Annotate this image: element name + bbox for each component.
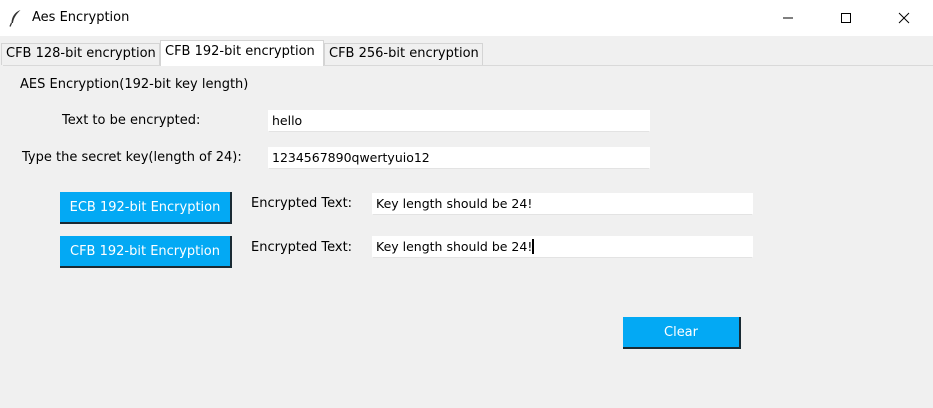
text-cursor [532,239,535,254]
minimize-button[interactable] [765,0,811,36]
ecb-encrypt-button[interactable]: ECB 192-bit Encryption [60,192,232,224]
minimize-icon [783,17,793,19]
cfb-encrypt-button[interactable]: CFB 192-bit Encryption [60,236,232,268]
close-icon [898,12,910,24]
panel-heading: AES Encryption(192-bit key length) [20,77,249,92]
title-bar: Aes Encryption [0,0,933,36]
close-button[interactable] [881,0,927,36]
key-input[interactable]: 1234567890qwertyuio12 [268,147,650,169]
tab-cfb-256[interactable]: CFB 256-bit encryption [324,43,483,65]
ecb-output-label: Encrypted Text: [251,196,353,211]
window-title: Aes Encryption [32,10,130,25]
cfb-output-label: Encrypted Text: [251,240,353,255]
tab-cfb-192[interactable]: CFB 192-bit encryption [160,40,324,66]
plaintext-input[interactable]: hello [268,110,650,132]
tab-cfb-128[interactable]: CFB 128-bit encryption [1,43,160,65]
maximize-icon [841,13,851,23]
maximize-button[interactable] [823,0,869,36]
tab-panel: AES Encryption(192-bit key length) Text … [3,65,933,408]
feather-icon [9,10,21,27]
cfb-output-text: Key length should be 24! [376,239,533,254]
key-label: Type the secret key(length of 24): [22,150,242,165]
tab-bar: CFB 128-bit encryption CFB 192-bit encry… [0,40,933,66]
ecb-output-field[interactable]: Key length should be 24! [372,193,753,215]
clear-button[interactable]: Clear [623,317,741,349]
plaintext-label: Text to be encrypted: [62,113,201,128]
cfb-output-field[interactable]: Key length should be 24! [372,236,753,258]
